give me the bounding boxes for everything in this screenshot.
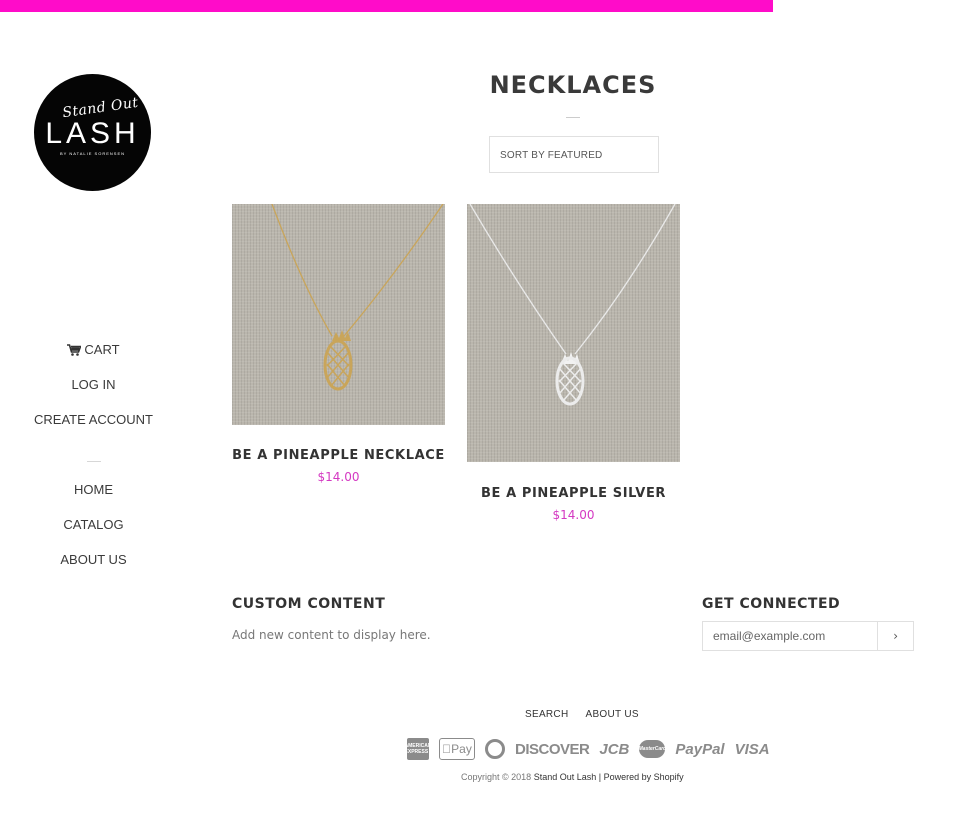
footer-links: SEARCH ABOUT US — [525, 709, 656, 720]
apple-pay-icon: Pay — [439, 738, 475, 760]
cart-icon — [67, 344, 82, 356]
footer-link-search[interactable]: SEARCH — [525, 709, 568, 720]
powered-by-link[interactable]: | Powered by Shopify — [599, 772, 684, 782]
sidebar-item-home[interactable]: HOME — [0, 480, 187, 515]
necklace-illustration — [469, 204, 676, 406]
necklace-illustration — [271, 204, 444, 391]
product-card[interactable]: BE A PINEAPPLE NECKLACE $14.00 — [232, 204, 445, 494]
copyright: Copyright © 2018 Stand Out Lash | Powere… — [461, 772, 684, 782]
mastercard-icon: MasterCard — [639, 740, 666, 758]
sidebar-item-create-account[interactable]: CREATE ACCOUNT — [0, 410, 187, 445]
product-image[interactable] — [232, 204, 445, 425]
page-title: NECKLACES — [489, 71, 657, 99]
title-divider — [566, 117, 580, 118]
sidebar-divider — [86, 461, 101, 462]
product-image[interactable] — [467, 204, 680, 462]
payment-icons: AMERICAN EXPRESS Pay DISCOVER JCB Maste… — [405, 737, 770, 761]
sidebar-item-about[interactable]: ABOUT US — [0, 550, 187, 585]
jcb-icon: JCB — [599, 740, 630, 758]
newsletter-form: › — [702, 621, 914, 651]
discover-icon: DISCOVER — [515, 740, 590, 758]
paypal-icon: PayPal — [675, 740, 725, 758]
sidebar-item-login[interactable]: LOG IN — [0, 375, 187, 410]
apple-icon:  — [442, 742, 451, 756]
sidebar-item-cart[interactable]: CART — [0, 340, 187, 375]
diners-club-icon — [485, 739, 505, 759]
american-express-icon: AMERICAN EXPRESS — [405, 738, 431, 760]
custom-content-text: Add new content to display here. — [232, 628, 431, 642]
sidebar-item-label: CART — [84, 342, 120, 357]
newsletter-heading: GET CONNECTED — [702, 596, 841, 612]
sidebar-nav: CART LOG IN CREATE ACCOUNT HOME CATALOG … — [0, 340, 187, 585]
visa-icon: VISA — [734, 740, 770, 758]
product-price: $14.00 — [317, 470, 360, 484]
store-logo[interactable]: Stand Out LASH BY NATALIE SORENSEN — [34, 74, 151, 191]
product-card[interactable]: BE A PINEAPPLE SILVER $14.00 — [467, 204, 680, 534]
copyright-prefix: Copyright © 2018 — [461, 772, 532, 782]
newsletter-submit-button[interactable]: › — [877, 622, 913, 650]
sidebar-divider-wrap — [0, 445, 187, 480]
product-title[interactable]: BE A PINEAPPLE SILVER — [467, 486, 680, 501]
logo-brand-text: LASH — [45, 117, 140, 150]
product-title[interactable]: BE A PINEAPPLE NECKLACE — [232, 448, 445, 463]
custom-content-heading: CUSTOM CONTENT — [232, 596, 386, 612]
chevron-right-icon: › — [893, 629, 899, 643]
newsletter-email-input[interactable] — [703, 622, 878, 650]
sidebar-item-catalog[interactable]: CATALOG — [0, 515, 187, 550]
logo-byline: BY NATALIE SORENSEN — [59, 151, 125, 156]
footer-link-about[interactable]: ABOUT US — [585, 709, 638, 720]
sort-select[interactable]: SORT BY FEATURED — [489, 136, 659, 173]
store-name-link[interactable]: Stand Out Lash — [534, 772, 597, 782]
product-price: $14.00 — [552, 508, 595, 522]
announcement-bar — [0, 0, 773, 12]
